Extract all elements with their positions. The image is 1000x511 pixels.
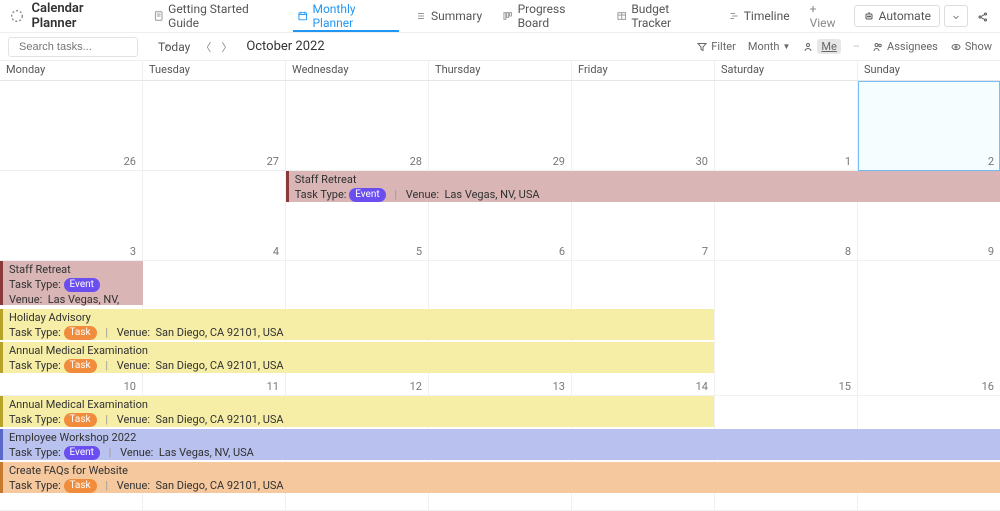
day-cell[interactable]: 15 [715,261,858,396]
day-cell[interactable]: 3 [0,171,143,261]
header-bar: Calendar Planner Getting Started Guide M… [0,0,1000,33]
timeline-icon [728,10,740,22]
chevron-down-icon: ▼ [782,42,790,51]
add-view-button[interactable]: + View [800,2,854,30]
calendar-icon [297,10,308,22]
event-staff-retreat[interactable]: Staff Retreat Task Type: Event | Venue: … [286,171,1000,202]
app-icon [8,7,25,25]
event-medical-exam-1[interactable]: Annual Medical Examination Task Type: Ta… [0,342,714,373]
tab-monthly-planner[interactable]: Monthly Planner [287,0,405,32]
share-icon [977,11,989,23]
next-month-button[interactable]: 〉 [221,39,232,55]
filter-icon [696,41,708,53]
header-sun: Sunday [858,61,1000,80]
header-tue: Tuesday [143,61,286,80]
me-button[interactable]: Me [802,39,840,54]
eye-icon [950,41,962,53]
tab-label: Timeline [744,9,790,23]
show-button[interactable]: Show [950,40,992,53]
day-cell[interactable]: 4 [143,171,286,261]
day-headers: Monday Tuesday Wednesday Thursday Friday… [0,61,1000,81]
search-input-wrap[interactable]: ▾ [8,37,138,57]
header-fri: Friday [572,61,715,80]
day-cell-today[interactable]: 2 [858,81,1000,171]
tab-label: Getting Started Guide [168,2,277,30]
event-staff-retreat-cont[interactable]: Staff Retreat Task Type: Event Venue: La… [0,261,143,305]
tab-timeline[interactable]: Timeline [718,0,800,32]
doc-icon [153,10,164,22]
scale-button[interactable]: Month ▼ [748,40,791,53]
day-cell[interactable]: 28 [286,81,429,171]
tab-budget-tracker[interactable]: Budget Tracker [606,0,718,32]
tabs: Getting Started Guide Monthly Planner Su… [143,0,854,32]
prev-month-button[interactable]: 〈 [200,39,211,55]
tab-label: Monthly Planner [312,2,395,30]
table-icon [616,10,627,22]
share-button[interactable] [974,6,992,26]
tab-label: Budget Tracker [631,2,707,30]
event-holiday-advisory[interactable]: Holiday Advisory Task Type: Task | Venue… [0,309,714,340]
week-row: 26 27 28 29 30 1 2 [0,81,1000,171]
header-wed: Wednesday [286,61,429,80]
person-icon [802,41,814,53]
header-mon: Monday [0,61,143,80]
header-sat: Saturday [715,61,858,80]
day-cell[interactable]: 16 [858,261,1000,396]
automate-label: Automate [879,9,931,23]
chevron-down-icon [950,11,962,23]
header-thu: Thursday [429,61,572,80]
assignees-button[interactable]: Assignees [872,40,938,53]
event-workshop[interactable]: Employee Workshop 2022 Task Type: Event … [0,429,1000,460]
app-title: Calendar Planner [31,1,128,31]
event-faqs[interactable]: Create FAQs for Website Task Type: Task … [0,462,1000,493]
automate-dropdown[interactable] [944,5,968,27]
people-icon [872,41,884,53]
automate-button[interactable]: Automate [854,5,940,27]
day-cell[interactable]: 1 [715,81,858,171]
toolbar: ▾ Today 〈 〉 October 2022 Filter Month ▼ … [0,33,1000,61]
tab-label: Summary [431,9,482,23]
filter-button[interactable]: Filter [696,40,736,53]
day-cell[interactable]: 26 [0,81,143,171]
today-button[interactable]: Today [158,40,190,54]
tab-summary[interactable]: Summary [405,0,492,32]
month-label: October 2022 [246,39,324,54]
board-icon [502,10,513,22]
day-cell[interactable]: 29 [429,81,572,171]
search-input[interactable] [19,41,161,53]
day-cell[interactable]: 30 [572,81,715,171]
event-medical-exam-2[interactable]: Annual Medical Examination Task Type: Ta… [0,396,714,427]
tab-getting-started[interactable]: Getting Started Guide [143,0,287,32]
minus-button[interactable]: – [853,40,860,53]
calendar: Monday Tuesday Wednesday Thursday Friday… [0,61,1000,511]
tab-label: Progress Board [518,2,596,30]
tab-progress-board[interactable]: Progress Board [492,0,606,32]
list-icon [415,10,427,22]
robot-icon [863,10,875,22]
day-cell[interactable]: 27 [143,81,286,171]
